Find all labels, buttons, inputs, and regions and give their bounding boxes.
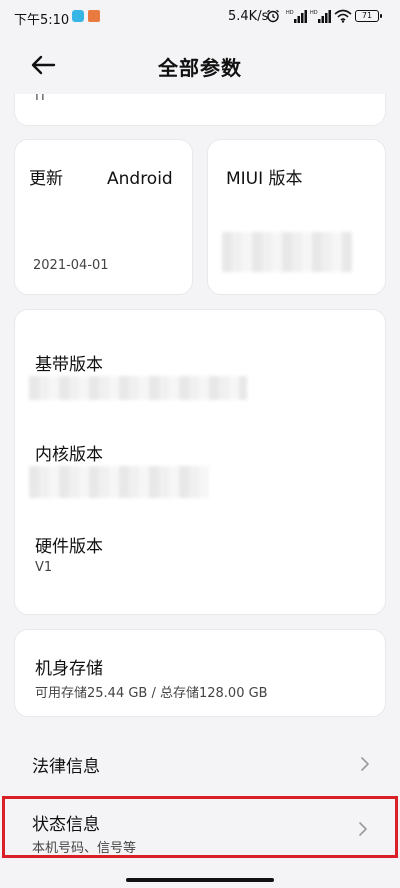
- storage-label: 机身存储: [35, 659, 103, 679]
- storage-card[interactable]: 机身存储 可用存储25.44 GB / 总存储128.00 GB: [14, 629, 386, 717]
- app-notification-icon: [72, 10, 84, 22]
- redacted-baseband-version: [29, 376, 247, 400]
- legal-info-label: 法律信息: [32, 757, 100, 777]
- home-indicator[interactable]: [126, 878, 274, 882]
- network-speed: 5.4K/s: [228, 9, 269, 24]
- svg-text:HD: HD: [310, 10, 318, 16]
- status-info-row[interactable]: 状态信息 本机号码、信号等: [2, 796, 398, 858]
- security-patch-date: 2021-04-01: [33, 258, 109, 273]
- page-title: 全部参数: [158, 56, 242, 80]
- redacted-kernel-version: [29, 466, 209, 498]
- miui-version-title: MIUI 版本: [226, 169, 303, 189]
- kernel-version-label: 内核版本: [35, 445, 103, 465]
- hardware-version-label: 硬件版本: [35, 537, 103, 557]
- android-title-left: 更新: [29, 169, 63, 189]
- android-version-card[interactable]: 更新 Android 2021-04-01: [14, 139, 193, 295]
- android-title-right: Android: [107, 169, 173, 189]
- battery-icon: 71: [355, 10, 382, 22]
- status-info-subtitle: 本机号码、信号等: [32, 841, 137, 856]
- storage-detail: 可用存储25.44 GB / 总存储128.00 GB: [35, 686, 268, 701]
- signal-icon: HD: [310, 10, 331, 23]
- status-bar: 下午5:10 5.4K/s HD HD 71: [0, 0, 400, 36]
- baseband-version-label: 基带版本: [35, 355, 103, 375]
- versions-card: 基带版本 内核版本 硬件版本 V1: [14, 309, 386, 615]
- chevron-right-icon: [361, 757, 369, 771]
- legal-info-row[interactable]: 法律信息: [0, 736, 400, 792]
- status-info-label: 状态信息: [32, 815, 100, 835]
- signal-icon: HD: [286, 10, 307, 23]
- hardware-version-value: V1: [35, 560, 53, 575]
- redacted-miui-version: [222, 232, 352, 272]
- svg-text:HD: HD: [286, 10, 294, 16]
- alarm-icon: [267, 9, 279, 23]
- android-version-title: 更新 Android: [29, 164, 173, 189]
- miui-version-card[interactable]: MIUI 版本: [207, 139, 386, 295]
- chevron-right-icon: [359, 822, 367, 836]
- wifi-icon: [334, 9, 352, 23]
- header: 全部参数: [0, 36, 400, 94]
- status-time: 下午5:10: [14, 13, 70, 28]
- app-notification-icon: [88, 10, 100, 22]
